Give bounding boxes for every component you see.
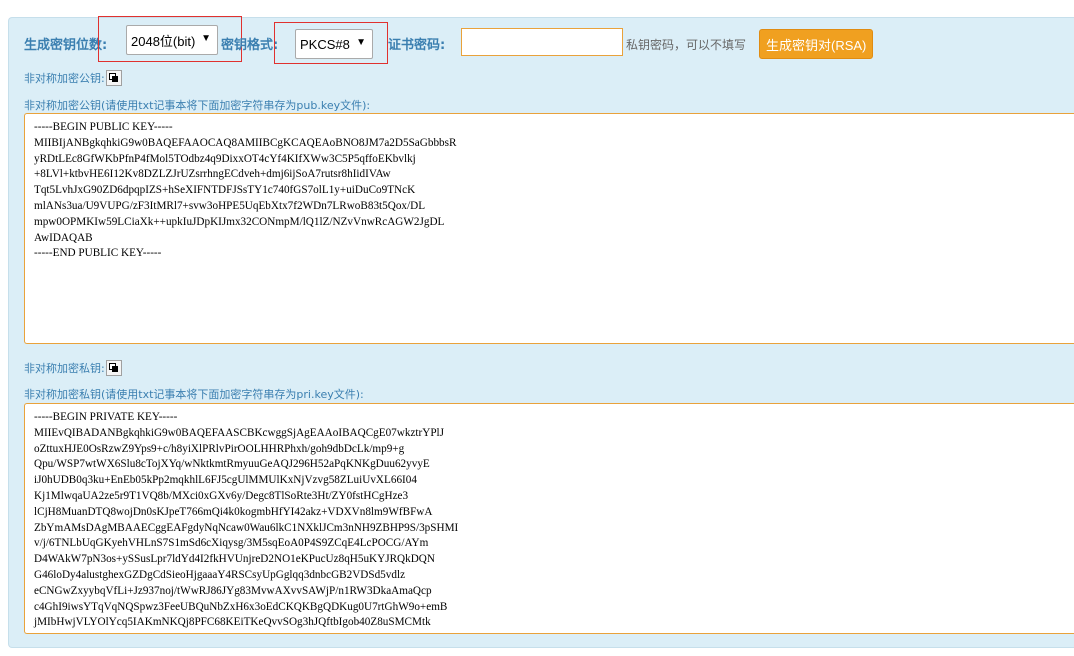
- key-length-select[interactable]: 2048位(bit) ▼: [126, 25, 218, 55]
- cert-password-hint: 私钥密码，可以不填写: [626, 38, 747, 52]
- cert-password-input[interactable]: [461, 28, 623, 56]
- dropdown-arrow-icon: ▼: [356, 37, 366, 48]
- copy-icon: [108, 363, 118, 372]
- key-length-label: 生成密钥位数:: [24, 38, 108, 53]
- rsa-generator-panel: 生成密钥位数: 2048位(bit) ▼ 密钥格式: PKCS#8 ▼ 证书密码…: [8, 16, 1074, 648]
- toolbar: 生成密钥位数: 2048位(bit) ▼ 密钥格式: PKCS#8 ▼ 证书密码…: [9, 16, 1074, 78]
- copy-private-key-button[interactable]: [105, 360, 122, 376]
- public-key-textarea[interactable]: -----BEGIN PUBLIC KEY----- MIIBIjANBgkqh…: [24, 113, 1074, 344]
- key-format-highlight: PKCS#8 ▼: [274, 22, 388, 64]
- key-format-label: 密钥格式:: [221, 38, 279, 53]
- private-key-textarea[interactable]: -----BEGIN PRIVATE KEY----- MIIEvQIBADAN…: [24, 403, 1074, 634]
- private-key-label: 非对称加密私钥:: [24, 362, 105, 375]
- key-format-select[interactable]: PKCS#8 ▼: [295, 29, 373, 59]
- cert-password-label: 证书密码:: [388, 38, 446, 53]
- key-format-value: PKCS#8: [300, 36, 350, 52]
- dropdown-arrow-icon: ▼: [201, 33, 211, 44]
- public-key-label: 非对称加密公钥:: [24, 72, 105, 85]
- private-key-instruction: 非对称加密私钥(请使用txt记事本将下面加密字符串存为pri.key文件):: [24, 388, 364, 401]
- copy-icon: [108, 73, 118, 82]
- public-key-text: -----BEGIN PUBLIC KEY----- MIIBIjANBgkqh…: [34, 121, 457, 260]
- copy-public-key-button[interactable]: [105, 70, 122, 86]
- private-key-text: -----BEGIN PRIVATE KEY----- MIIEvQIBADAN…: [34, 411, 459, 629]
- public-key-title: 非对称加密公钥:: [24, 70, 122, 86]
- key-length-value: 2048位(bit): [131, 33, 196, 49]
- generate-keypair-button[interactable]: 生成密钥对(RSA): [759, 29, 874, 59]
- public-key-instruction: 非对称加密公钥(请使用txt记事本将下面加密字符串存为pub.key文件):: [24, 99, 371, 112]
- private-key-title: 非对称加密私钥:: [24, 360, 122, 376]
